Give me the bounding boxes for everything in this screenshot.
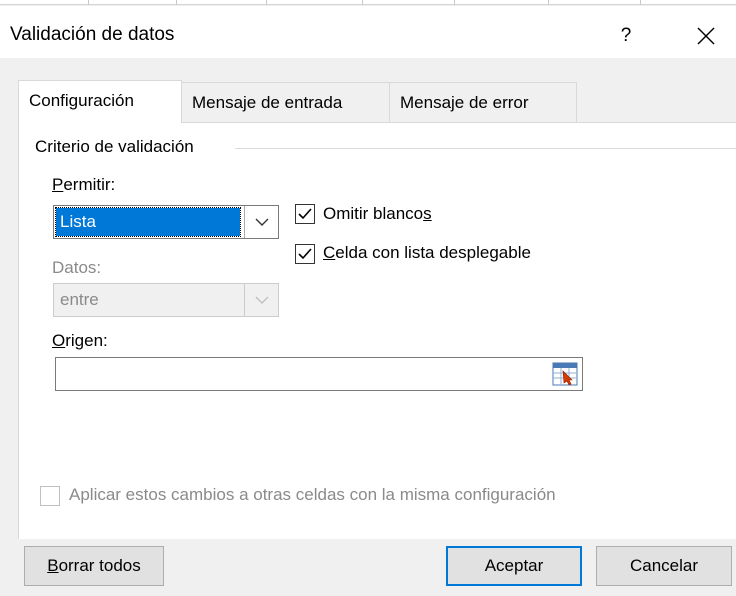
apply-all-checkbox xyxy=(40,486,60,506)
range-selector-button[interactable] xyxy=(552,362,578,386)
in-cell-dropdown-label[interactable]: Celda con lista desplegable xyxy=(323,243,531,263)
allow-select-arrow[interactable] xyxy=(244,206,278,238)
apply-all-label: Aplicar estos cambios a otras celdas con… xyxy=(69,485,556,504)
close-button[interactable] xyxy=(688,18,724,54)
chevron-down-icon xyxy=(255,218,269,226)
data-select-value: entre xyxy=(60,290,99,309)
tab-configuracion[interactable]: Configuración xyxy=(18,80,182,123)
range-selector-icon xyxy=(552,362,578,386)
data-select: entre xyxy=(53,283,279,317)
group-label-criterio: Criterio de validación xyxy=(35,137,202,157)
title-bar: Validación de datos ? xyxy=(0,6,736,58)
tab-mensaje-error[interactable]: Mensaje de error xyxy=(389,82,577,122)
allow-select-value: Lista xyxy=(55,207,241,237)
ignore-blank-checkbox[interactable] xyxy=(295,204,315,224)
chevron-down-icon xyxy=(255,296,269,304)
data-label: Datos: xyxy=(52,258,102,277)
checkmark-icon xyxy=(298,248,312,260)
clear-all-button[interactable]: Borrar todos xyxy=(24,546,164,586)
allow-select[interactable]: Lista xyxy=(53,205,279,239)
source-label: Origen: xyxy=(52,331,108,350)
help-button[interactable]: ? xyxy=(608,18,644,54)
tab-mensaje-entrada[interactable]: Mensaje de entrada xyxy=(181,82,390,122)
in-cell-dropdown-checkbox[interactable] xyxy=(295,244,315,264)
cancel-button[interactable]: Cancelar xyxy=(596,546,732,586)
sheet-edge xyxy=(0,0,736,5)
source-input[interactable] xyxy=(55,357,583,391)
dialog-title: Validación de datos xyxy=(10,24,175,45)
data-validation-dialog: Validación de datos ? Configuración Mens… xyxy=(0,0,736,596)
ignore-blank-label[interactable]: Omitir blancos xyxy=(323,204,432,224)
group-divider xyxy=(235,148,736,149)
data-select-arrow xyxy=(244,284,278,316)
checkmark-icon xyxy=(298,208,312,220)
allow-label: Permitir: xyxy=(52,175,116,194)
close-icon xyxy=(697,27,715,45)
tab-panel-configuracion: Criterio de validación Permitir: Lista O… xyxy=(18,122,736,539)
ok-button[interactable]: Aceptar xyxy=(446,546,582,586)
